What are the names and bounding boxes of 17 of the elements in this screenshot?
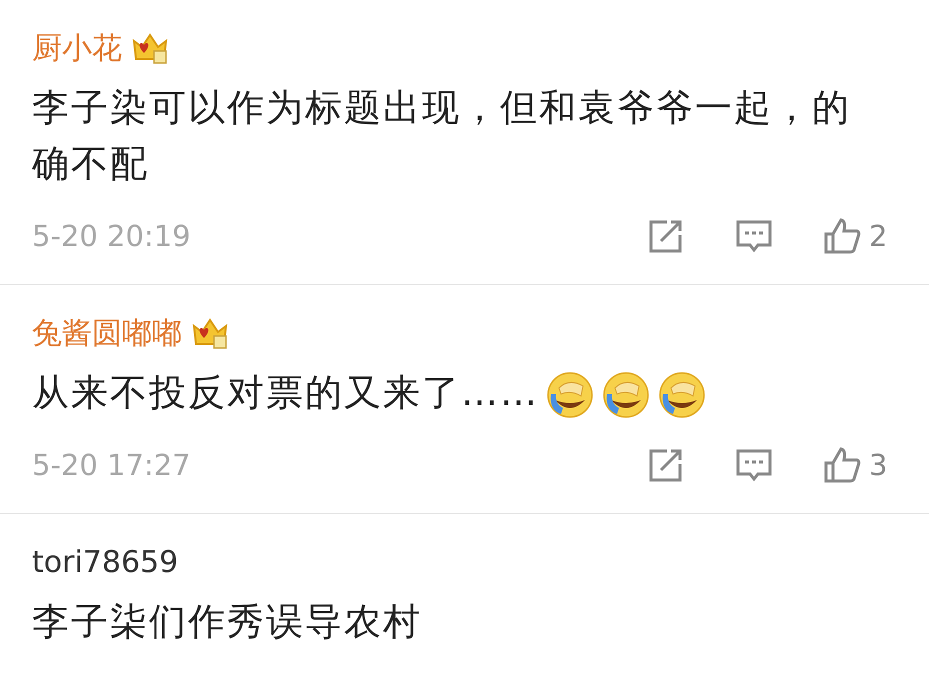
like-count: 2 [869,219,888,253]
username[interactable]: 兔酱圆嘟嘟 [32,312,182,354]
timestamp: 5-20 17:27 [32,448,192,482]
thumbs-up-icon[interactable] [823,217,861,255]
laughing-crying-emoji-icon [545,370,595,420]
comment-text: 从来不投反对票的又来了…… [32,371,539,414]
thumbs-up-icon[interactable] [823,446,861,484]
timestamp: 5-20 20:19 [32,219,192,253]
username[interactable]: 厨小花 [32,28,122,68]
laughing-crying-emoji-icon [657,370,707,420]
crown-icon [132,31,168,65]
crown-icon [192,316,228,350]
comment-text: 李子柒们作秀误导农村 [32,600,422,643]
laughing-crying-emoji-icon [601,370,651,420]
username[interactable]: tori78659 [32,544,178,580]
like-count: 3 [869,448,888,482]
comment-text: 李子染可以作为标题出现，但和袁爷爷一起，的确不配 [32,86,851,185]
